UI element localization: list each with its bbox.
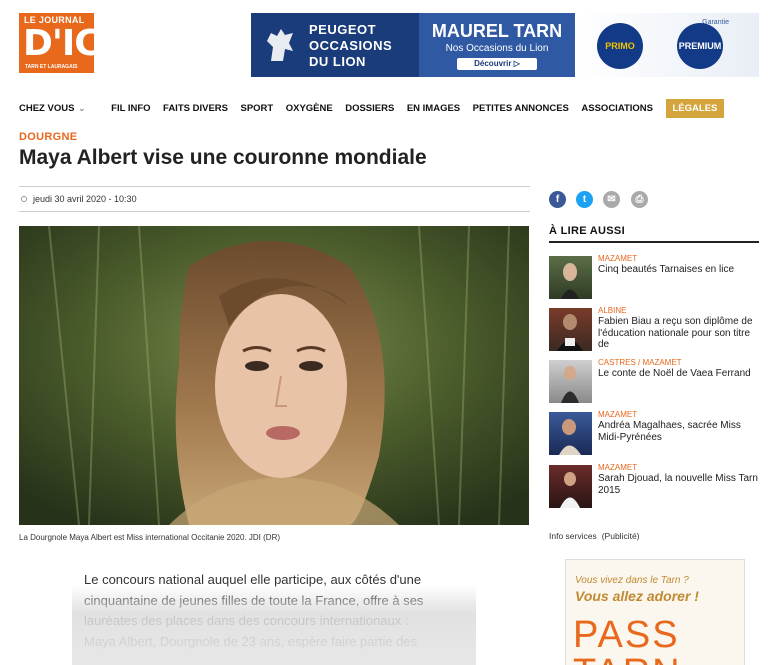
sidebar-headline[interactable]: Andréa Magalhaes, sacrée Miss Midi-Pyrén…: [598, 420, 758, 443]
clock-icon: [21, 196, 27, 202]
article-kicker[interactable]: DOURGNE: [19, 131, 77, 143]
sidebar-category[interactable]: MAZAMET: [598, 254, 637, 263]
article-photo[interactable]: [19, 226, 529, 525]
nav-sport[interactable]: SPORT: [240, 103, 273, 114]
print-icon[interactable]: ⎙: [631, 191, 648, 208]
email-share-icon[interactable]: ✉: [603, 191, 620, 208]
article-date: jeudi 30 avril 2020 - 10:30: [33, 194, 137, 204]
ad-tagline: Nos Occasions du Lion: [445, 43, 549, 54]
nav-associations[interactable]: ASSOCIATIONS: [581, 103, 653, 114]
nav-petites-annonces[interactable]: PETITES ANNONCES: [473, 103, 569, 114]
sidebar-article[interactable]: CASTRES / MAZAMET Le conte de Noël de Va…: [549, 358, 759, 404]
site-logo[interactable]: LE JOURNAL D'ICI TARN ET LAURAGAIS: [19, 13, 113, 73]
sidebar-headline[interactable]: Cinq beautés Tarnaises en lice: [598, 264, 758, 276]
sidebar-headline[interactable]: Le conte de Noël de Vaea Ferrand: [598, 368, 758, 380]
chevron-down-icon: ⌄: [78, 103, 86, 113]
sidebar-article[interactable]: MAZAMET Cinq beautés Tarnaises en lice: [549, 254, 759, 300]
body-line: lauréates des places dans des concours i…: [84, 613, 409, 628]
twitter-share-icon[interactable]: t: [576, 191, 593, 208]
article-body: Le concours national auquel elle partici…: [84, 570, 476, 652]
portrait-image: [19, 226, 529, 525]
info-services-label: Info services (Publicité): [549, 531, 640, 541]
nav-legales[interactable]: LÉGALES: [665, 98, 725, 118]
body-line: Le concours national auquel elle partici…: [84, 572, 422, 587]
nav-dossiers[interactable]: DOSSIERS: [345, 103, 394, 114]
thumbnail-image: [559, 419, 581, 455]
ad-peugeot-panel[interactable]: PEUGEOT OCCASIONS DU LION: [251, 13, 419, 77]
thumbnail-image: [560, 472, 580, 508]
sidebar-title: À LIRE AUSSI: [549, 225, 625, 237]
ad-primo-badge: PRIMO: [597, 23, 643, 69]
ad-discover-button[interactable]: Découvrir ▷: [457, 58, 537, 70]
sidebar-rule: [549, 241, 759, 243]
ad-brand: PEUGEOT: [309, 22, 377, 37]
ad-dealer: MAUREL TARN: [431, 21, 563, 41]
sidebar-thumbnail[interactable]: [549, 256, 592, 299]
info-services-text: Info services: [549, 531, 597, 541]
sidebar-thumbnail[interactable]: [549, 360, 592, 403]
publicite-label: (Publicité): [601, 531, 640, 541]
pass-ad-tarn: TARN: [573, 652, 682, 665]
thumbnail-image: [561, 263, 579, 299]
nav-faits-divers[interactable]: FAITS DIVERS: [163, 103, 228, 114]
ad-maurel-panel[interactable]: MAUREL TARN Nos Occasions du Lion Découv…: [419, 13, 575, 77]
nav-chez-vous[interactable]: CHEZ VOUS ⌄: [19, 103, 85, 114]
sidebar-article[interactable]: MAZAMET Sarah Djouad, la nouvelle Miss T…: [549, 463, 759, 509]
sidebar-headline[interactable]: Sarah Djouad, la nouvelle Miss Tarn 2015: [598, 473, 758, 496]
thumbnail-image: [557, 314, 583, 351]
sidebar-thumbnail[interactable]: [549, 412, 592, 455]
peugeot-lion-icon: [267, 29, 293, 61]
logo-line3: TARN ET LAURAGAIS: [25, 64, 78, 70]
thumbnail-image: [561, 366, 579, 403]
facebook-share-icon[interactable]: f: [549, 191, 566, 208]
sidebar-thumbnail[interactable]: [549, 465, 592, 508]
body-line: cinquantaine de jeunes filles de toute l…: [84, 592, 424, 608]
nav-en-images[interactable]: EN IMAGES: [407, 103, 460, 114]
photo-caption: La Dourgnole Maya Albert est Miss intern…: [19, 533, 281, 542]
pass-tarn-ad[interactable]: Vous vivez dans le Tarn ? Vous allez ado…: [565, 559, 745, 665]
sidebar-category[interactable]: ALBINE: [598, 306, 626, 315]
sidebar-thumbnail[interactable]: [549, 308, 592, 351]
sidebar-article[interactable]: ALBINE Fabien Biau a reçu son diplôme de…: [549, 306, 759, 352]
sidebar-category[interactable]: MAZAMET: [598, 463, 637, 472]
ad-line2: OCCASIONS: [309, 38, 393, 53]
sidebar-category[interactable]: CASTRES / MAZAMET: [598, 358, 682, 367]
header-ad-banner[interactable]: PEUGEOT OCCASIONS DU LION MAUREL TARN No…: [251, 13, 759, 77]
logo-line2: D'ICI: [23, 23, 113, 64]
article-title: Maya Albert vise une couronne mondiale: [19, 146, 427, 169]
sidebar-headline[interactable]: Fabien Biau a reçu son diplôme de l'éduc…: [598, 316, 758, 351]
nav-fil-info[interactable]: FIL INFO: [111, 103, 150, 114]
nav-chez-vous-label: CHEZ VOUS: [19, 102, 75, 114]
pass-ad-line1: Vous vivez dans le Tarn ?: [575, 575, 689, 586]
main-nav: CHEZ VOUS ⌄ FIL INFO FAITS DIVERS SPORT O…: [19, 98, 725, 118]
article-meta-bar: jeudi 30 avril 2020 - 10:30 f t ✉ ⎙: [19, 186, 648, 212]
sidebar-category[interactable]: MAZAMET: [598, 410, 637, 419]
nav-oxygene[interactable]: OXYGÈNE: [286, 103, 333, 114]
ad-garantie-panel[interactable]: Garantie PRIMO PREMIUM: [575, 13, 759, 77]
ad-line3: DU LION: [309, 54, 366, 69]
ad-premium-badge: PREMIUM: [677, 23, 723, 69]
pass-ad-pass: PASS: [573, 614, 680, 656]
sidebar-article[interactable]: MAZAMET Andréa Magalhaes, sacrée Miss Mi…: [549, 410, 759, 456]
pass-ad-line2: Vous allez adorer !: [575, 588, 699, 604]
body-line: Maya Albert, Dourgnole de 23 ans, espère…: [84, 633, 418, 649]
